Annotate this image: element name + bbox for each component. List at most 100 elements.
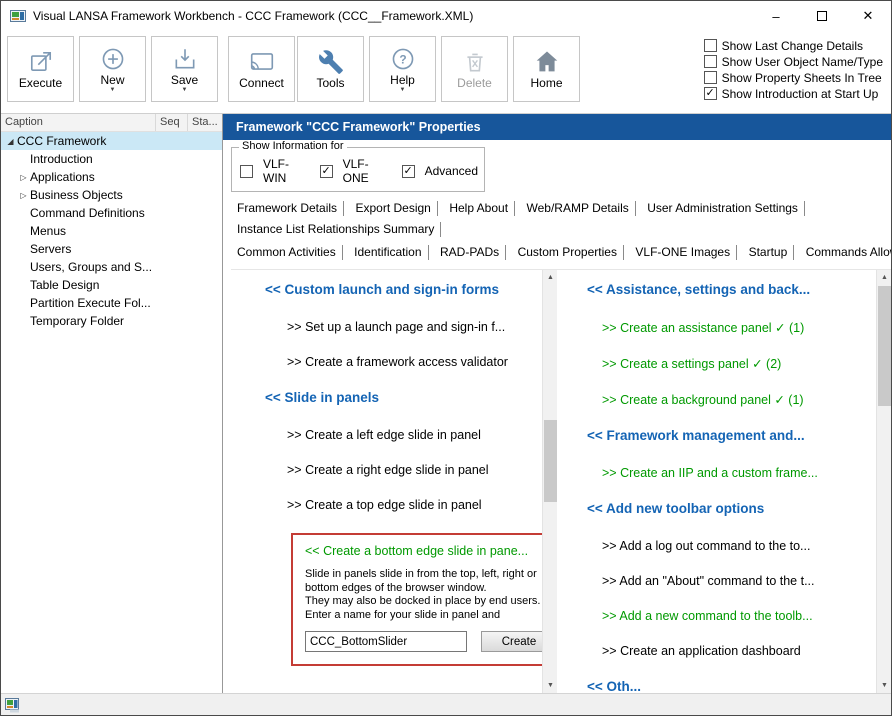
link-web-ramp-details[interactable]: Web/RAMP Details xyxy=(522,201,635,216)
link-user-admin-settings[interactable]: User Administration Settings xyxy=(643,201,805,216)
link-instance-list-summary[interactable]: Instance List Relationships Summary xyxy=(233,222,441,237)
close-button[interactable]: ✕ xyxy=(845,1,891,31)
activity-bottom-edge-panel[interactable]: << Create a bottom edge slide in pane... xyxy=(305,544,557,558)
link-framework-details[interactable]: Framework Details xyxy=(233,201,344,216)
column-header-status[interactable]: Sta... xyxy=(188,114,222,131)
scroll-down-icon[interactable]: ▼ xyxy=(543,678,557,693)
activity-application-dashboard[interactable]: >> Create an application dashboard xyxy=(587,644,875,658)
save-button[interactable]: Save ▼ xyxy=(151,36,218,102)
tree-item-label: Table Design xyxy=(30,278,99,292)
option-show-user-object[interactable]: Show User Object Name/Type xyxy=(704,54,883,69)
tree-item-business-objects[interactable]: ▷ Business Objects xyxy=(1,186,222,204)
execute-icon xyxy=(28,48,54,76)
left-column-scrollbar[interactable]: ▲ ▼ xyxy=(542,270,557,693)
tab-common-activities[interactable]: Common Activities xyxy=(233,245,343,260)
option-label: Show Introduction at Start Up xyxy=(722,87,879,101)
activity-left-edge-panel[interactable]: >> Create a left edge slide in panel xyxy=(265,428,541,442)
right-column-scrollbar[interactable]: ▲ ▼ xyxy=(876,270,891,693)
activity-logout-command[interactable]: >> Add a log out command to the to... xyxy=(587,539,875,553)
scroll-down-icon[interactable]: ▼ xyxy=(877,678,891,693)
tree-item-table-design[interactable]: Table Design xyxy=(1,276,222,294)
option-show-introduction[interactable]: ✓ Show Introduction at Start Up xyxy=(704,86,883,101)
maximize-icon xyxy=(817,11,827,21)
home-button[interactable]: Home xyxy=(513,36,580,102)
column-header-caption[interactable]: Caption xyxy=(1,114,156,131)
tree-collapsed-icon[interactable]: ▷ xyxy=(17,191,30,200)
tree-item-label: CCC Framework xyxy=(17,134,106,148)
link-help-about[interactable]: Help About xyxy=(445,201,515,216)
option-vlf-one[interactable]: ✓ VLF-ONE xyxy=(320,157,387,185)
section-heading-toolbar-options[interactable]: << Add new toolbar options xyxy=(587,501,875,516)
tree-item-servers[interactable]: Servers xyxy=(1,240,222,258)
tree-item-label: Command Definitions xyxy=(30,206,145,220)
execute-button[interactable]: Execute xyxy=(7,36,74,102)
option-show-last-change[interactable]: Show Last Change Details xyxy=(704,38,883,53)
scrollbar-thumb[interactable] xyxy=(544,420,557,502)
checkbox[interactable] xyxy=(704,55,717,68)
checkbox[interactable] xyxy=(240,165,253,178)
tree-item-label: Menus xyxy=(30,224,66,238)
connect-button[interactable]: Connect xyxy=(228,36,295,102)
option-advanced[interactable]: ✓ Advanced xyxy=(402,164,478,178)
help-button[interactable]: ? Help ▼ xyxy=(369,36,436,102)
checkbox[interactable]: ✓ xyxy=(402,165,415,178)
tab-custom-properties[interactable]: Custom Properties xyxy=(514,245,624,260)
tree-item-applications[interactable]: ▷ Applications xyxy=(1,168,222,186)
checkbox[interactable]: ✓ xyxy=(704,87,717,100)
tab-commands-allowed[interactable]: Commands Allowed xyxy=(802,245,892,260)
tree-item-command-definitions[interactable]: Command Definitions xyxy=(1,204,222,222)
option-label: Show Last Change Details xyxy=(722,39,863,53)
panel-name-input[interactable] xyxy=(305,631,467,652)
activity-right-edge-panel[interactable]: >> Create a right edge slide in panel xyxy=(265,463,541,477)
section-heading-custom-launch[interactable]: << Custom launch and sign-in forms xyxy=(265,282,541,297)
tree-item-partition-execute[interactable]: Partition Execute Fol... xyxy=(1,294,222,312)
section-heading-slide-in-panels[interactable]: << Slide in panels xyxy=(265,390,541,405)
option-label: Show User Object Name/Type xyxy=(722,55,883,69)
tab-identification[interactable]: Identification xyxy=(350,245,428,260)
tab-vlf-one-images[interactable]: VLF-ONE Images xyxy=(631,245,737,260)
minimize-button[interactable]: – xyxy=(753,1,799,31)
delete-icon xyxy=(462,48,488,76)
tree-item-label: Applications xyxy=(30,170,95,184)
activity-access-validator[interactable]: >> Create a framework access validator xyxy=(265,355,541,369)
activity-background-panel[interactable]: >> Create a background panel ✓ (1) xyxy=(587,392,875,407)
tab-rad-pads[interactable]: RAD-PADs xyxy=(436,245,506,260)
activity-new-toolbar-command[interactable]: >> Add a new command to the toolb... xyxy=(587,609,875,623)
activity-settings-panel[interactable]: >> Create a settings panel ✓ (2) xyxy=(587,356,875,371)
section-heading-other-clipped[interactable]: << Oth... xyxy=(587,679,875,693)
checkbox[interactable] xyxy=(704,39,717,52)
scroll-up-icon[interactable]: ▲ xyxy=(543,270,557,285)
tree-item-menus[interactable]: Menus xyxy=(1,222,222,240)
option-vlf-win[interactable]: VLF-WIN xyxy=(240,157,305,185)
tree-item-ccc-framework[interactable]: ◢ CCC Framework xyxy=(1,132,222,150)
column-header-seq[interactable]: Seq xyxy=(156,114,188,131)
checkbox[interactable] xyxy=(704,71,717,84)
activity-about-command[interactable]: >> Add an "About" command to the t... xyxy=(587,574,875,588)
links-row-2: Instance List Relationships Summary xyxy=(233,220,891,238)
main-area: Caption Seq Sta... ◢ CCC Framework Intro… xyxy=(1,113,891,693)
option-show-property-sheets[interactable]: Show Property Sheets In Tree xyxy=(704,70,883,85)
tree-item-temporary-folder[interactable]: Temporary Folder xyxy=(1,312,222,330)
scrollbar-thumb[interactable] xyxy=(878,286,891,406)
tools-button[interactable]: Tools xyxy=(297,36,364,102)
properties-panel: Framework "CCC Framework" Properties Sho… xyxy=(223,114,891,693)
activity-setup-launch-page[interactable]: >> Set up a launch page and sign-in f... xyxy=(265,320,541,334)
checkbox[interactable]: ✓ xyxy=(320,165,333,178)
section-heading-assistance-settings[interactable]: << Assistance, settings and back... xyxy=(587,282,875,297)
tree-item-label: Users, Groups and S... xyxy=(30,260,152,274)
new-button[interactable]: New ▼ xyxy=(79,36,146,102)
activity-iip-custom-frame[interactable]: >> Create an IIP and a custom frame... xyxy=(587,466,875,480)
section-heading-framework-management[interactable]: << Framework management and... xyxy=(587,428,875,443)
tab-startup[interactable]: Startup xyxy=(745,245,795,260)
scroll-up-icon[interactable]: ▲ xyxy=(877,270,891,285)
maximize-button[interactable] xyxy=(799,1,845,31)
link-export-design[interactable]: Export Design xyxy=(351,201,437,216)
tree-expanded-icon[interactable]: ◢ xyxy=(4,137,17,146)
chevron-down-icon: ▼ xyxy=(400,88,406,93)
links-row-1: Framework Details Export Design Help Abo… xyxy=(233,199,891,217)
activity-assistance-panel[interactable]: >> Create an assistance panel ✓ (1) xyxy=(587,320,875,335)
tree-item-introduction[interactable]: Introduction xyxy=(1,150,222,168)
activity-top-edge-panel[interactable]: >> Create a top edge slide in panel xyxy=(265,498,541,512)
tree-collapsed-icon[interactable]: ▷ xyxy=(17,173,30,182)
tree-item-users-groups[interactable]: Users, Groups and S... xyxy=(1,258,222,276)
